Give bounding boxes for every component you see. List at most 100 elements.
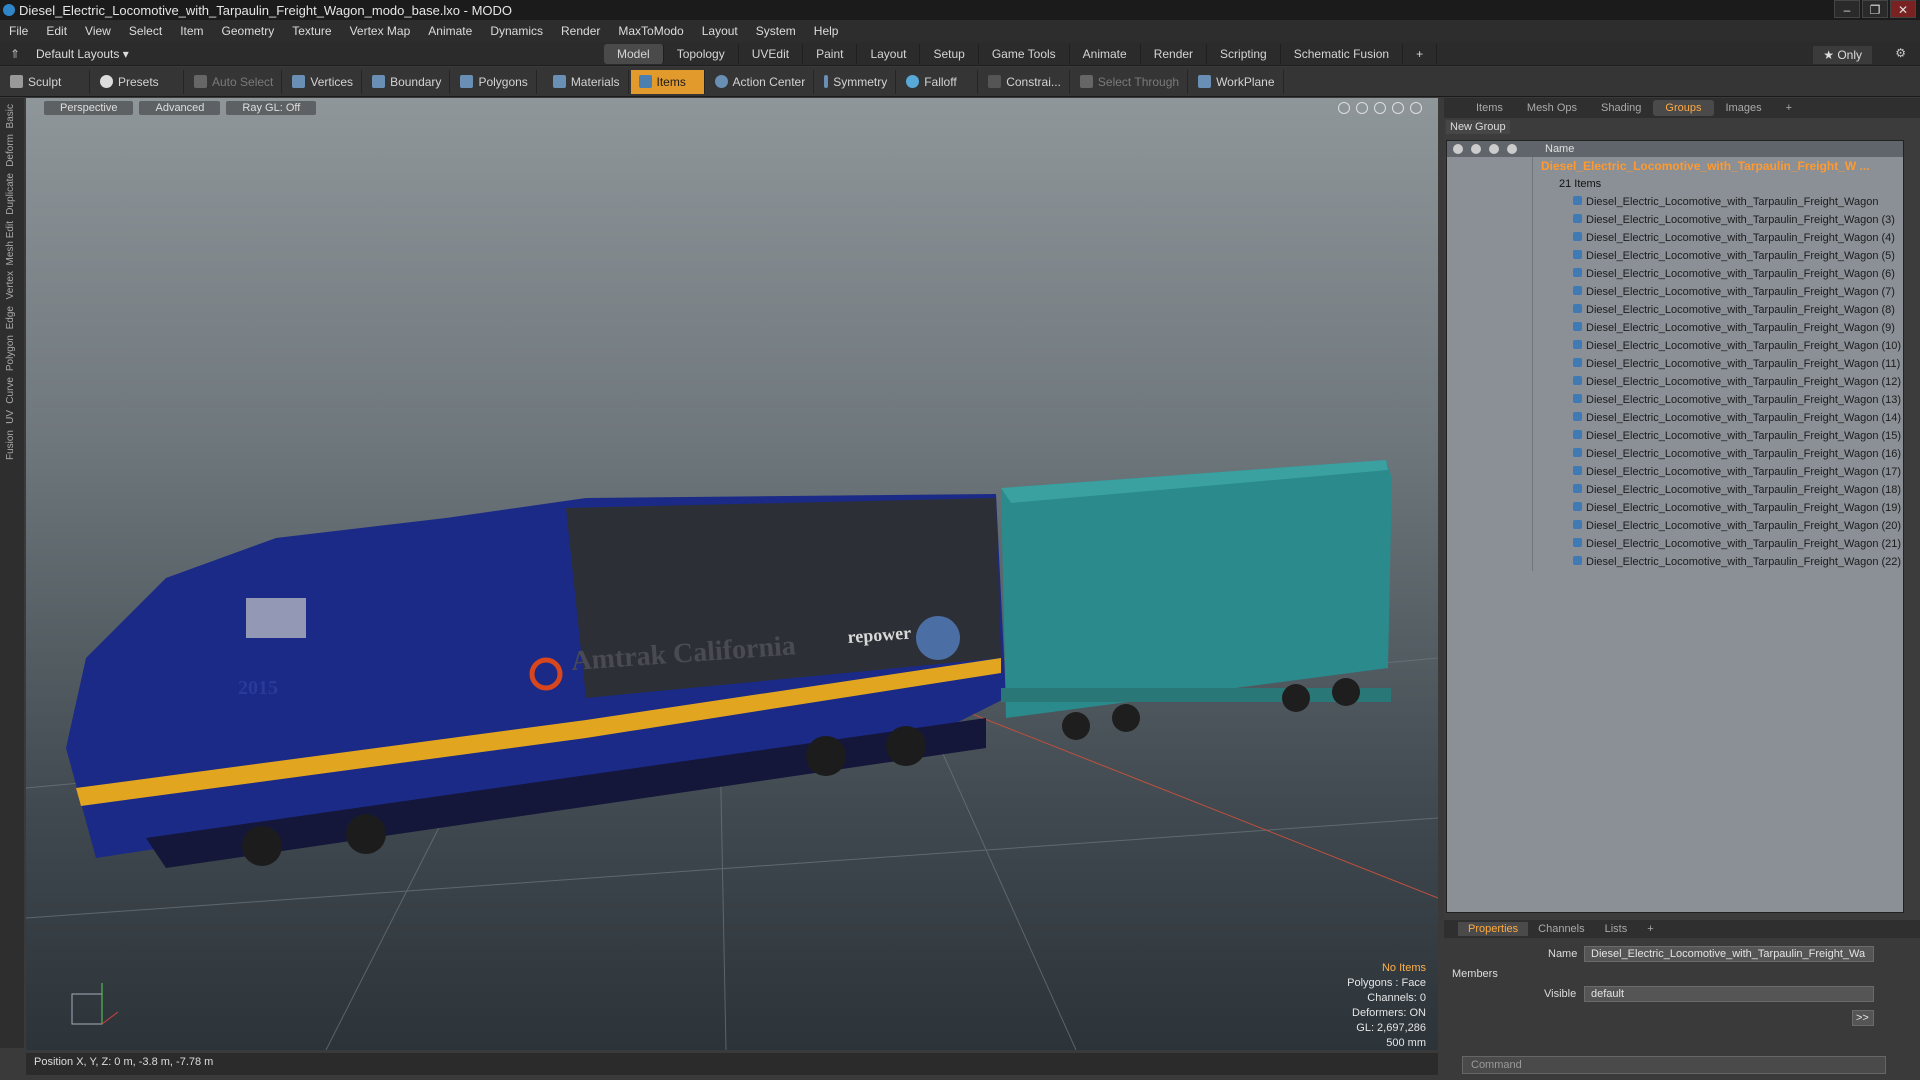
left-tab-curve[interactable]: Curve [5,377,16,404]
tab-model[interactable]: Model [604,44,664,64]
tab-shading[interactable]: Shading [1589,100,1653,116]
left-tab-polygon[interactable]: Polygon [5,335,16,371]
action-center-button[interactable]: Action Center [707,69,815,94]
group-member-row[interactable]: Diesel_Electric_Locomotive_with_Tarpauli… [1447,193,1903,211]
add-panel-tab-button[interactable]: + [1774,100,1804,116]
vertices-button[interactable]: Vertices [284,69,363,94]
group-member-row[interactable]: Diesel_Electric_Locomotive_with_Tarpauli… [1447,499,1903,517]
tab-mesh-ops[interactable]: Mesh Ops [1515,100,1589,116]
symmetry-button[interactable]: Symmetry [816,69,897,94]
only-button[interactable]: ★ Only [1813,46,1872,64]
sculpt-button[interactable]: Sculpt [2,69,90,94]
left-tab-basic[interactable]: Basic [5,104,16,128]
group-member-row[interactable]: Diesel_Electric_Locomotive_with_Tarpauli… [1447,517,1903,535]
menu-view[interactable]: View [76,24,120,38]
tab-scripting[interactable]: Scripting [1207,44,1281,64]
render-icon[interactable] [1489,144,1499,154]
menu-animate[interactable]: Animate [419,24,481,38]
polygons-button[interactable]: Polygons [452,69,537,94]
more-button[interactable]: >> [1852,1010,1874,1026]
tab-layout[interactable]: Layout [857,44,921,64]
new-group-button[interactable]: New Group [1446,120,1510,134]
group-member-row[interactable]: Diesel_Electric_Locomotive_with_Tarpauli… [1447,247,1903,265]
gear-icon[interactable]: ⚙ [1895,46,1906,60]
group-member-row[interactable]: Diesel_Electric_Locomotive_with_Tarpauli… [1447,301,1903,319]
left-tab-fusion[interactable]: Fusion [5,430,16,460]
tab-render[interactable]: Render [1141,44,1208,64]
tab-schematic-fusion[interactable]: Schematic Fusion [1281,44,1404,64]
group-member-row[interactable]: Diesel_Electric_Locomotive_with_Tarpauli… [1447,409,1903,427]
menu-file[interactable]: File [0,24,37,38]
lock-icon[interactable] [1471,144,1481,154]
left-tab-edge[interactable]: Edge [5,306,16,329]
group-member-row[interactable]: Diesel_Electric_Locomotive_with_Tarpauli… [1447,229,1903,247]
menu-texture[interactable]: Texture [283,24,340,38]
visible-dropdown[interactable]: default [1584,986,1874,1002]
tab-groups[interactable]: Groups [1653,100,1714,116]
menu-select[interactable]: Select [120,24,171,38]
tab-properties[interactable]: Properties [1458,922,1529,936]
auto-select-button[interactable]: Auto Select [186,69,283,94]
visibility-icon[interactable] [1453,144,1463,154]
group-member-row[interactable]: Diesel_Electric_Locomotive_with_Tarpauli… [1447,427,1903,445]
view-settings-icon[interactable] [1410,102,1422,114]
group-member-row[interactable]: Diesel_Electric_Locomotive_with_Tarpauli… [1447,265,1903,283]
presets-button[interactable]: Presets [92,69,184,94]
menu-layout[interactable]: Layout [693,24,747,38]
menu-dynamics[interactable]: Dynamics [481,24,552,38]
move-view-icon[interactable] [1338,102,1350,114]
tab-animate[interactable]: Animate [1070,44,1141,64]
group-member-row[interactable]: Diesel_Electric_Locomotive_with_Tarpauli… [1447,355,1903,373]
left-tab-mesh-edit[interactable]: Mesh Edit [5,221,16,265]
group-member-row[interactable]: Diesel_Electric_Locomotive_with_Tarpauli… [1447,391,1903,409]
tab-lists[interactable]: Lists [1595,922,1638,936]
minimize-button[interactable]: – [1834,0,1860,18]
tab-images[interactable]: Images [1714,100,1774,116]
select-icon[interactable] [1507,144,1517,154]
workplane-button[interactable]: WorkPlane [1190,69,1284,94]
zoom-view-icon[interactable] [1374,102,1386,114]
view-advanced-button[interactable]: Advanced [139,101,221,115]
layouts-dropdown[interactable]: Default Layouts ▾ [36,47,129,61]
items-button[interactable]: Items [630,69,705,94]
tab-game-tools[interactable]: Game Tools [979,44,1070,64]
rotate-view-icon[interactable] [1356,102,1368,114]
tab-setup[interactable]: Setup [920,44,979,64]
menu-item[interactable]: Item [171,24,212,38]
view-perspective-button[interactable]: Perspective [44,101,134,115]
group-member-row[interactable]: Diesel_Electric_Locomotive_with_Tarpauli… [1447,319,1903,337]
group-member-row[interactable]: Diesel_Electric_Locomotive_with_Tarpauli… [1447,535,1903,553]
tab-channels[interactable]: Channels [1528,922,1594,936]
group-member-row[interactable]: Diesel_Electric_Locomotive_with_Tarpauli… [1447,211,1903,229]
menu-maxtomodo[interactable]: MaxToModo [609,24,692,38]
left-tab-uv[interactable]: UV [5,410,16,424]
constraints-button[interactable]: Constrai... [980,69,1070,94]
raygl-toggle[interactable]: Ray GL: Off [226,101,317,115]
3d-viewport[interactable]: Amtrak California repower 2015 Perspecti… [26,98,1438,1050]
tab-topology[interactable]: Topology [664,44,739,64]
members-section[interactable]: Members [1452,968,1498,980]
left-tab-duplicate[interactable]: Duplicate [5,173,16,215]
materials-button[interactable]: Materials [545,69,629,94]
select-through-button[interactable]: Select Through [1072,69,1189,94]
falloff-button[interactable]: Falloff [898,69,979,94]
group-member-row[interactable]: Diesel_Electric_Locomotive_with_Tarpauli… [1447,337,1903,355]
group-member-row[interactable]: Diesel_Electric_Locomotive_with_Tarpauli… [1447,445,1903,463]
group-member-row[interactable]: Diesel_Electric_Locomotive_with_Tarpauli… [1447,481,1903,499]
close-button[interactable]: ✕ [1890,0,1916,18]
name-column-header[interactable]: Name [1533,143,1574,155]
add-tab-button[interactable]: + [1403,44,1438,64]
group-member-row[interactable]: Diesel_Electric_Locomotive_with_Tarpauli… [1447,283,1903,301]
group-member-row[interactable]: Diesel_Electric_Locomotive_with_Tarpauli… [1447,373,1903,391]
left-tab-vertex[interactable]: Vertex [5,271,16,299]
fit-view-icon[interactable] [1392,102,1404,114]
group-member-row[interactable]: Diesel_Electric_Locomotive_with_Tarpauli… [1447,463,1903,481]
menu-render[interactable]: Render [552,24,609,38]
layout-arrow-icon[interactable]: ⇑ [10,47,20,61]
menu-vertex-map[interactable]: Vertex Map [341,24,420,38]
add-props-tab-button[interactable]: + [1637,922,1663,936]
group-row[interactable]: Diesel_Electric_Locomotive_with_Tarpauli… [1447,157,1903,175]
menu-edit[interactable]: Edit [37,24,76,38]
group-member-row[interactable]: Diesel_Electric_Locomotive_with_Tarpauli… [1447,553,1903,571]
boundary-button[interactable]: Boundary [364,69,451,94]
